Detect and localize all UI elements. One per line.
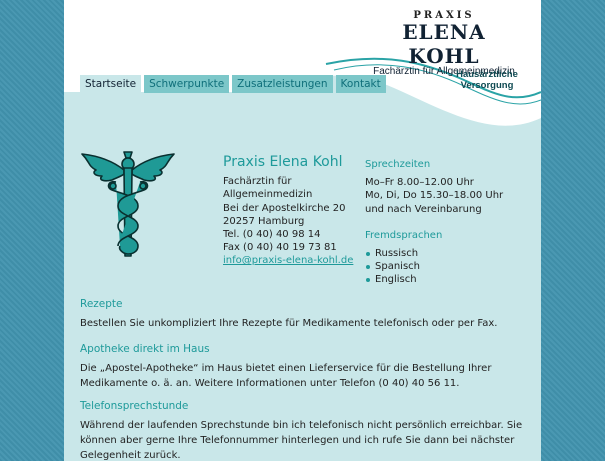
badge-line-1: Hausärztliche: [456, 69, 518, 80]
contact-line: Fax (0 40) 40 19 73 81: [223, 242, 337, 254]
section-rezepte: Rezepte Bestellen Sie unkompliziert Ihre…: [80, 297, 530, 331]
section-apotheke: Apotheke direkt im Haus Die „Apostel-Apo…: [80, 342, 530, 391]
tab-kontakt[interactable]: Kontakt: [335, 75, 386, 93]
section-text: Die „Apostel-Apotheke“ im Haus bietet ei…: [80, 363, 492, 389]
tab-zusatzleistungen[interactable]: Zusatzleistungen: [232, 75, 333, 93]
section-text: Bestellen Sie unkompliziert Ihre Rezepte…: [80, 318, 498, 329]
hours-title: Sprechzeiten: [365, 159, 431, 170]
section-title: Rezepte: [80, 298, 123, 310]
logo[interactable]: PRAXIS ELENA KOHL Fachärztin für Allgeme…: [364, 10, 524, 77]
contact-line: Tel. (0 40) 40 98 14: [223, 229, 321, 241]
contact-line: Allgemeinmedizin: [223, 189, 313, 201]
tab-startseite[interactable]: Startseite: [80, 75, 142, 93]
page-container: PRAXIS ELENA KOHL Fachärztin für Allgeme…: [64, 0, 541, 461]
language-item: Spanisch: [365, 260, 535, 273]
contact-line: Fachärztin für: [223, 176, 292, 188]
care-badge: Hausärztliche Versorgung: [449, 69, 525, 91]
contact-block: Praxis Elena Kohl Fachärztin für Allgeme…: [223, 154, 363, 268]
section-text: Während der laufenden Sprechstunde bin i…: [80, 420, 523, 461]
hours-block: Sprechzeiten Mo–Fr 8.00–12.00 Uhr Mo, Di…: [365, 158, 535, 287]
logo-name: ELENA KOHL: [402, 20, 486, 68]
contact-title: Praxis Elena Kohl: [223, 154, 343, 170]
language-item: Russisch: [365, 247, 535, 260]
tab-schwerpunkte[interactable]: Schwerpunkte: [144, 75, 230, 93]
section-telefonsprechstunde: Telefonsprechstunde Während der laufende…: [80, 399, 530, 461]
hours-line: Mo–Fr 8.00–12.00 Uhr: [365, 177, 474, 189]
main-nav: Startseite Schwerpunkte Zusatzleistungen…: [80, 75, 386, 93]
languages-title: Fremdsprachen: [365, 229, 443, 241]
section-title: Telefonsprechstunde: [80, 400, 189, 412]
section-title: Apotheke direkt im Haus: [80, 343, 210, 355]
language-item: Englisch: [365, 273, 535, 286]
contact-line: Bei der Apostelkirche 20: [223, 202, 346, 214]
contact-line: 20257 Hamburg: [223, 215, 305, 227]
languages-list: Russisch Spanisch Englisch: [365, 247, 535, 287]
caduceus-icon: [81, 151, 175, 257]
hours-line: und nach Vereinbarung: [365, 203, 482, 215]
hours-line: Mo, Di, Do 15.30–18.00 Uhr: [365, 190, 504, 202]
email-link[interactable]: info@praxis-elena-kohl.de: [223, 254, 363, 267]
badge-line-2: Versorgung: [460, 80, 514, 91]
